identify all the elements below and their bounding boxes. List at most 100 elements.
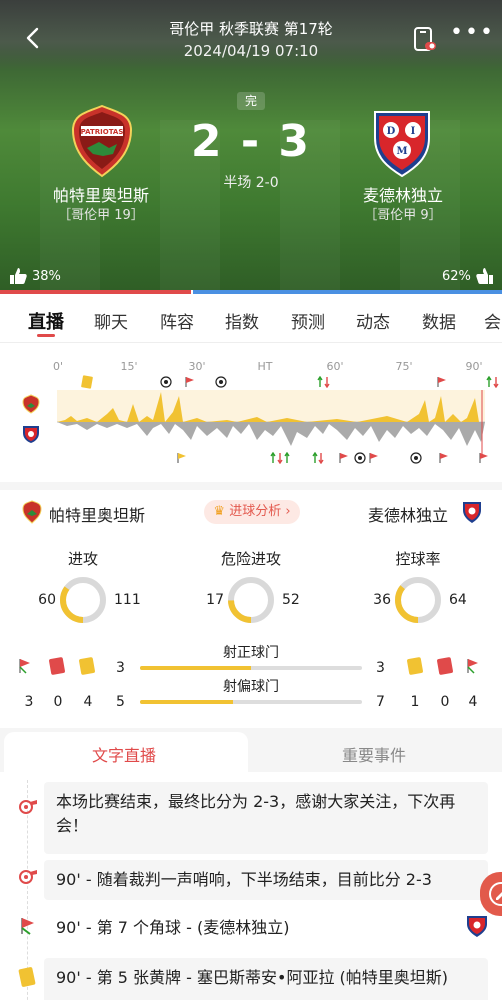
tab-predict[interactable]: 预测: [288, 296, 328, 333]
svg-text:D: D: [387, 126, 396, 137]
svg-text:M: M: [396, 146, 407, 157]
svg-text:I: I: [411, 126, 416, 137]
divider: [0, 342, 502, 343]
home-red-cards-count: 0: [53, 694, 63, 710]
stat-title: 危险进攻: [220, 550, 281, 568]
active-tab-indicator: [37, 334, 55, 337]
stat-home-value: 17: [206, 592, 224, 608]
home-team-logo[interactable]: PATRIOTAS: [69, 104, 135, 178]
stats-header: 帕特里奥坦斯 ♛ 进球分析 › 麦德林独立: [0, 498, 502, 528]
edit-icon: [489, 882, 502, 906]
shots-on-target-row: 射正球门 3 3: [0, 642, 502, 676]
goal-analysis-button[interactable]: ♛ 进球分析 ›: [204, 500, 300, 524]
thumbs-up-icon: [10, 268, 27, 284]
goal-analysis-label: 进球分析: [229, 504, 282, 519]
yellow-card-icon: [406, 656, 424, 676]
compare-bar: [140, 700, 362, 704]
away-team-name[interactable]: 麦德林独立: [318, 182, 488, 206]
away-team-mini-logo: [467, 916, 487, 937]
chevron-right-icon: ›: [285, 504, 291, 519]
home-team-name: 帕特里奥坦斯: [49, 506, 146, 525]
corner-flag-icon: [185, 377, 194, 387]
feed-item: 本场比赛结束，最终比分为 2-3，感谢大家关注，下次再会！: [44, 782, 488, 854]
away-vote-percent: 62%: [442, 268, 471, 284]
away-team-mini-logo: [23, 426, 39, 443]
home-vote-percent: 38%: [32, 268, 61, 284]
compare-home-value: 3: [116, 660, 125, 676]
whistle-icon: [19, 870, 37, 884]
crown-icon: ♛: [213, 504, 226, 519]
timeline-label: 75': [395, 360, 413, 373]
home-team-name[interactable]: 帕特里奥坦斯: [16, 182, 186, 206]
match-page: 哥伦甲 秋季联赛 第17轮 2024/04/19 07:10 ••• 完 2 -…: [0, 0, 502, 1000]
svg-text:PATRIOTAS: PATRIOTAS: [81, 128, 124, 136]
live-text-feed: 本场比赛结束，最终比分为 2-3，感谢大家关注，下次再会！ 90' - 随着裁判…: [0, 772, 502, 1000]
away-corners-count: 4: [468, 694, 478, 710]
timeline-label: 60': [326, 360, 344, 373]
stat-possession: 控球率 36 64: [343, 548, 493, 628]
substitution-icon: [317, 376, 330, 388]
corner-flag-icon: [439, 453, 448, 463]
corner-flag-icon: [369, 453, 378, 463]
tab-data[interactable]: 数据: [419, 296, 459, 333]
away-vote[interactable]: 62%: [442, 266, 495, 286]
timeline-label: 90': [465, 360, 483, 373]
corner-flag-icon: [467, 659, 478, 674]
yellow-card-icon: [78, 656, 96, 676]
match-header: 哥伦甲 秋季联赛 第17轮 2024/04/19 07:10 ••• 完 2 -…: [0, 0, 502, 290]
feed-item: 90' - 第 7 个角球 - (麦德林独立): [44, 908, 488, 948]
home-vote-bar: [0, 290, 191, 294]
tab-lineup[interactable]: 阵容: [157, 296, 197, 333]
home-team-mini-logo: [22, 394, 40, 414]
momentum-graph: [57, 390, 485, 454]
substitution-icon: [486, 376, 499, 388]
stat-ring: [60, 577, 106, 623]
compare-away-value: 7: [376, 694, 385, 710]
corner-flag-icon: [479, 453, 488, 463]
timeline-label: HT: [257, 360, 273, 373]
away-team-name: 麦德林独立: [368, 506, 449, 525]
thumbs-up-icon: [476, 268, 493, 284]
live-sub-tabs: 文字直播 重要事件: [0, 728, 502, 772]
home-vote[interactable]: 38%: [8, 266, 61, 286]
goal-ball-icon: [410, 452, 422, 464]
tab-text-live[interactable]: 文字直播: [92, 742, 156, 766]
home-team-mini-logo: [22, 500, 42, 524]
stat-title: 控球率: [395, 550, 441, 568]
feed-item: 90' - 随着裁判一声哨响，下半场结束，目前比分 2-3: [44, 860, 488, 900]
tab-chat[interactable]: 聊天: [91, 296, 131, 333]
stat-away-value: 52: [282, 592, 300, 608]
away-team-logo[interactable]: D I M: [369, 104, 435, 178]
goal-ball-icon: [354, 452, 366, 464]
section-divider: [0, 482, 502, 490]
corner-flag-icon: [19, 659, 30, 674]
compare-bar-fill: [140, 700, 234, 704]
corner-flag-icon: [21, 918, 34, 935]
stat-home-value: 36: [373, 592, 391, 608]
feed-item: 90' - 第 5 张黄牌 - 塞巴斯蒂安•阿亚拉 (帕特里奥坦斯): [44, 958, 488, 1000]
red-card-icon: [48, 656, 66, 676]
home-corners-count: 3: [24, 694, 34, 710]
substitution-icon: [312, 452, 324, 464]
substitution-icon: [270, 452, 290, 464]
timeline-label: 30': [188, 360, 206, 373]
tab-feed[interactable]: 动态: [353, 296, 393, 333]
live-phone-icon[interactable]: [412, 26, 438, 54]
tab-live[interactable]: 直播: [26, 296, 66, 334]
red-card-icon: [436, 656, 454, 676]
more-options-icon[interactable]: •••: [450, 22, 493, 48]
away-red-cards-count: 0: [440, 694, 450, 710]
compare-title: 射偏球门: [223, 679, 279, 695]
stat-away-value: 64: [449, 592, 467, 608]
timeline-label: 15': [120, 360, 138, 373]
tab-odds[interactable]: 指数: [222, 296, 262, 333]
match-tabs: 直播 聊天 阵容 指数 预测 动态 数据 会: [0, 296, 502, 342]
momentum-timeline[interactable]: 0' 15' 30' HT 60' 75' 90': [0, 352, 502, 470]
corner-flag-icon: [437, 377, 446, 387]
home-team-rank: ［哥伦甲 19］: [58, 208, 144, 223]
tab-more[interactable]: 会: [484, 296, 502, 333]
stat-away-value: 111: [114, 592, 141, 608]
compare-away-value: 3: [376, 660, 385, 676]
timeline-label: 0': [52, 360, 64, 373]
tab-key-events[interactable]: 重要事件: [342, 742, 406, 766]
